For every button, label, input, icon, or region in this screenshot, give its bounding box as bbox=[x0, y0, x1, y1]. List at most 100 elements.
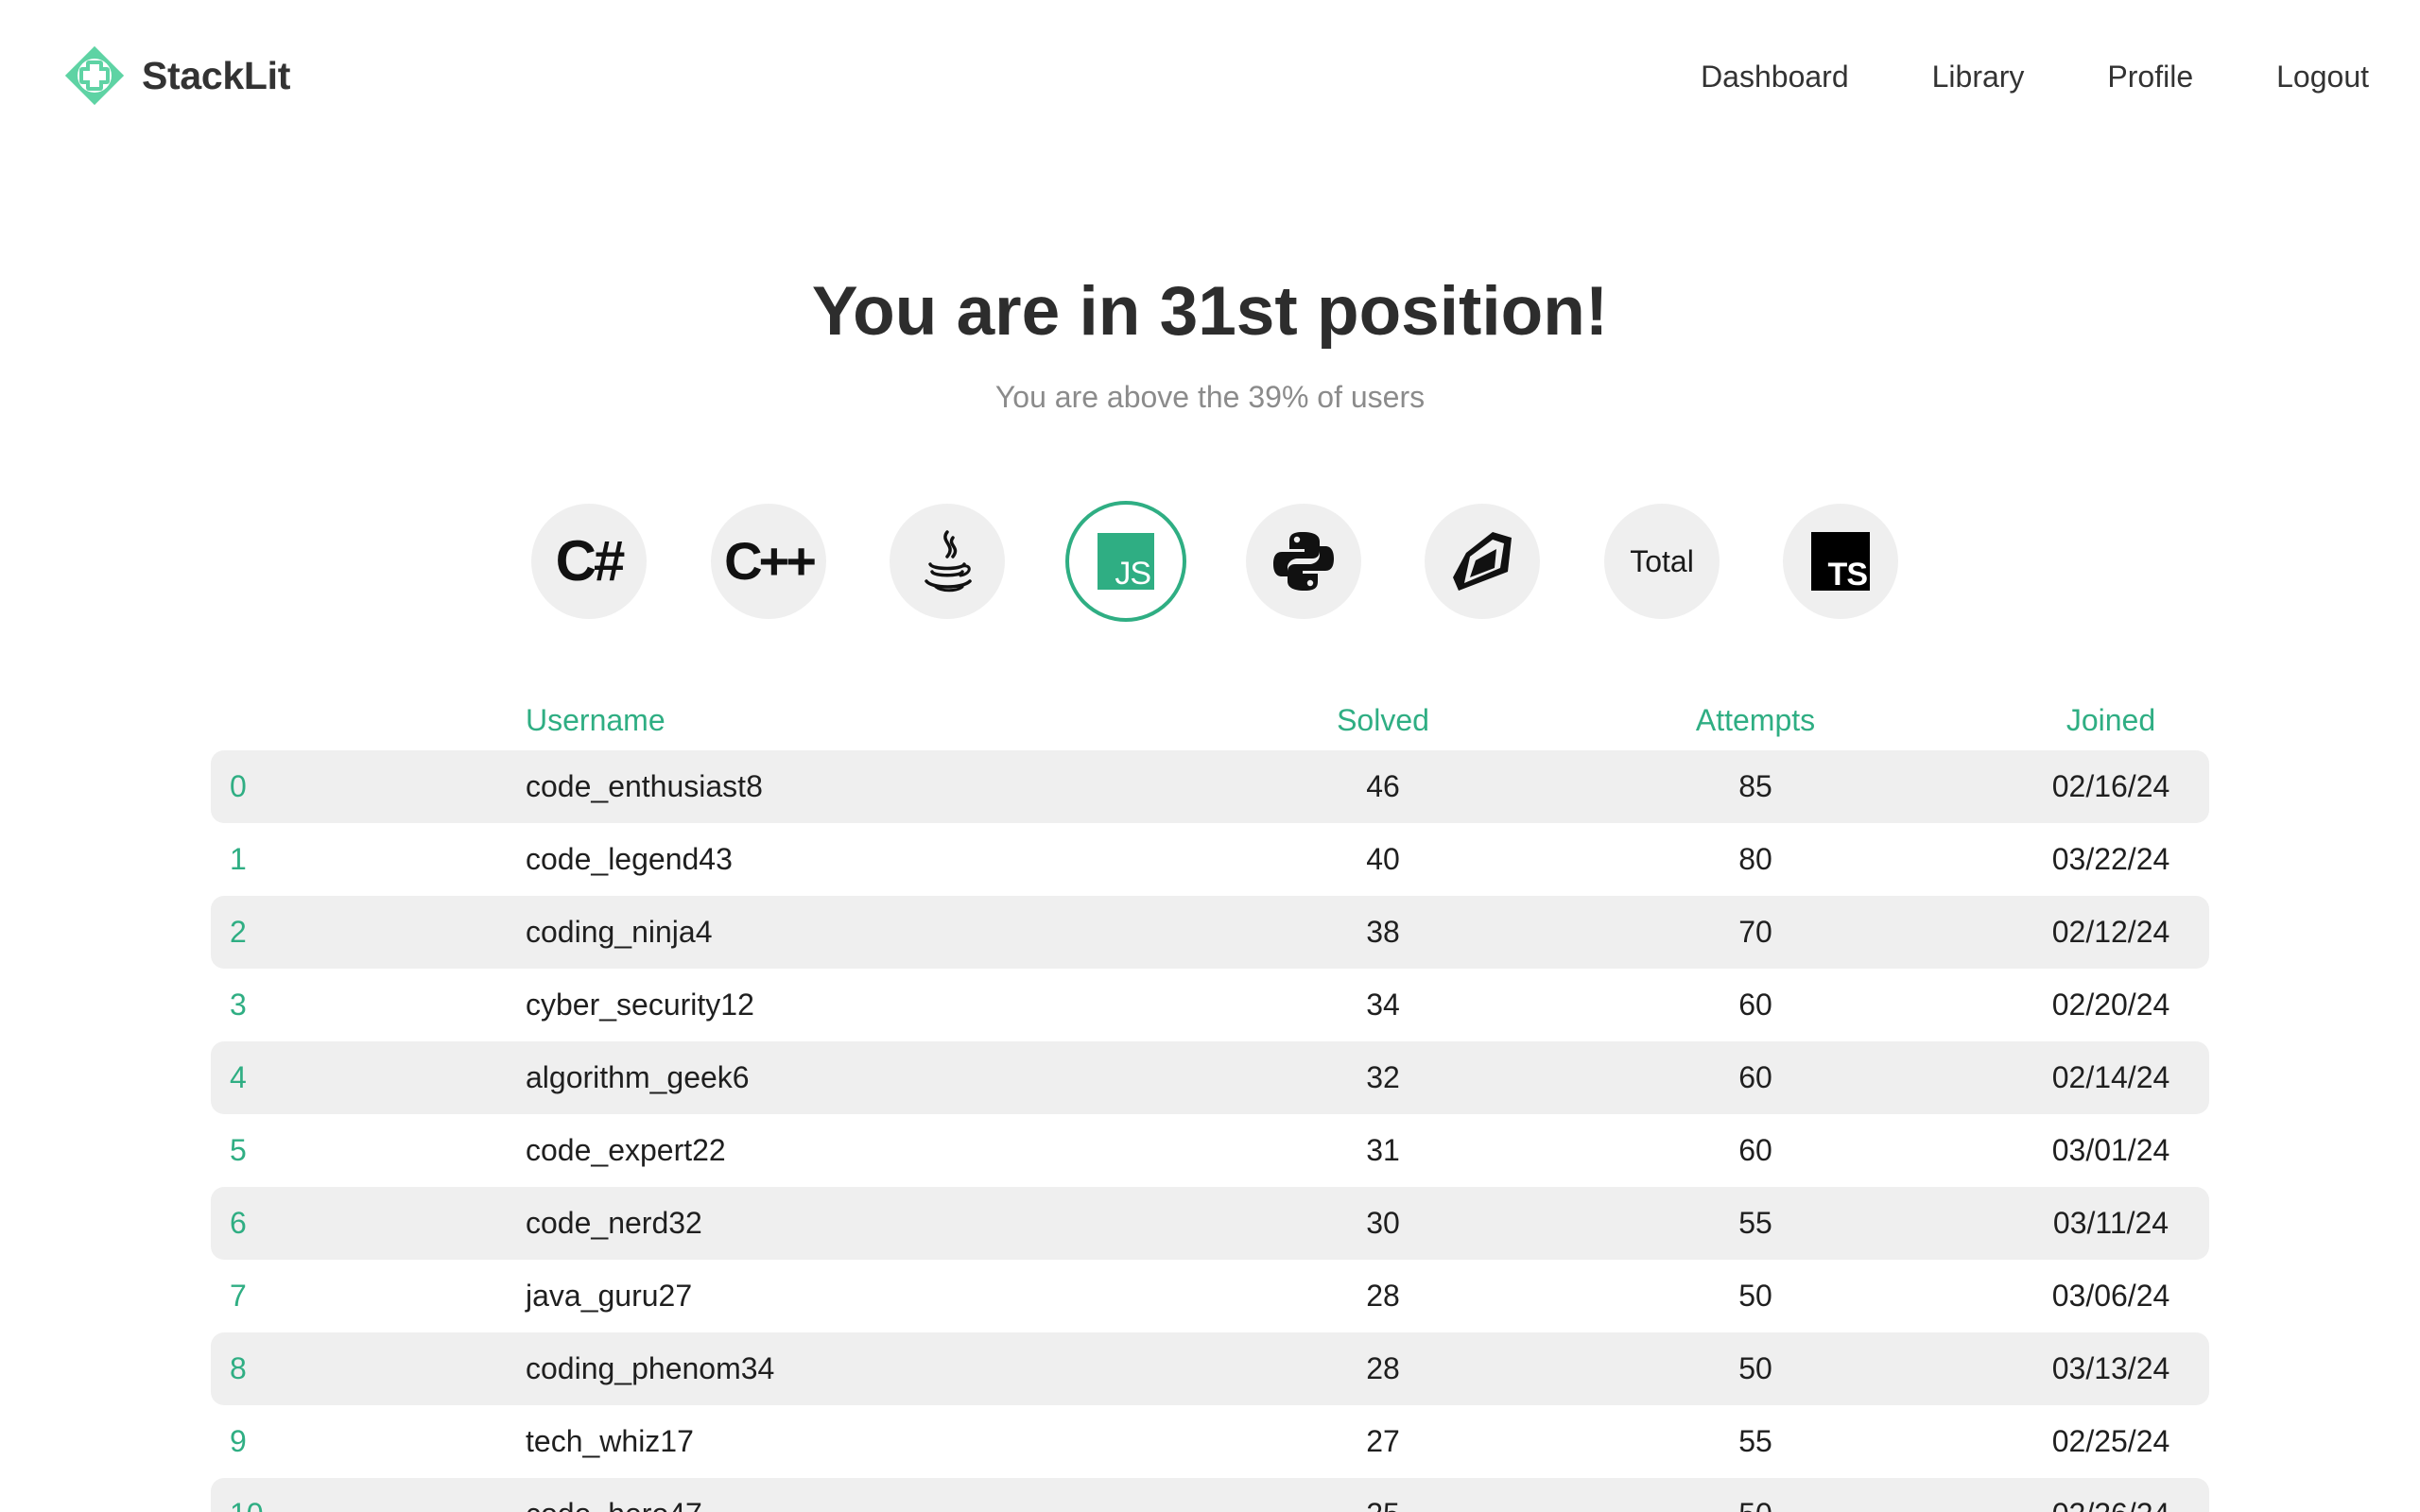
language-button-typescript[interactable]: TS bbox=[1783, 504, 1898, 619]
row-rank: 6 bbox=[230, 1206, 247, 1240]
row-solved: 38 bbox=[1366, 915, 1400, 949]
top-navbar: StackLit Dashboard Library Profile Logou… bbox=[0, 0, 2420, 156]
row-rank: 3 bbox=[230, 988, 247, 1022]
row-joined: 03/11/24 bbox=[2052, 1206, 2169, 1240]
row-attempts: 70 bbox=[1738, 915, 1772, 949]
row-rank: 8 bbox=[230, 1351, 247, 1385]
table-row[interactable]: 8 coding_phenom34 28 50 03/13/24 bbox=[211, 1332, 2209, 1405]
row-username: cyber_security12 bbox=[526, 988, 754, 1022]
table-row[interactable]: 0 code_enthusiast8 46 85 02/16/24 bbox=[211, 750, 2209, 823]
row-rank: 10 bbox=[230, 1493, 264, 1512]
total-label: Total bbox=[1630, 543, 1694, 578]
row-solved: 28 bbox=[1366, 1351, 1400, 1385]
typescript-icon-label: TS bbox=[1827, 557, 1868, 593]
joined-column-header[interactable]: Joined bbox=[2040, 699, 2182, 741]
javascript-icon: JS bbox=[1098, 533, 1154, 590]
language-filter: C# C++ JS Total TS bbox=[531, 501, 1898, 622]
row-username: java_guru27 bbox=[526, 1279, 693, 1313]
row-rank: 9 bbox=[230, 1424, 247, 1458]
table-row[interactable]: 5 code_expert22 31 60 03/01/24 bbox=[211, 1114, 2209, 1187]
csharp-icon: C# bbox=[555, 529, 626, 593]
row-attempts: 60 bbox=[1738, 1133, 1772, 1167]
row-attempts: 50 bbox=[1738, 1279, 1772, 1313]
diamond-cross-logo-icon bbox=[64, 45, 125, 106]
javascript-icon-label: JS bbox=[1115, 556, 1151, 592]
nav-profile-link[interactable]: Profile bbox=[2107, 55, 2193, 98]
row-rank: 5 bbox=[230, 1133, 247, 1167]
username-column-header[interactable]: Username bbox=[526, 699, 666, 741]
row-username: algorithm_geek6 bbox=[526, 1060, 750, 1094]
row-attempts: 55 bbox=[1738, 1424, 1772, 1458]
row-rank: 4 bbox=[230, 1060, 247, 1094]
row-joined: 03/01/24 bbox=[2051, 1133, 2170, 1167]
row-attempts: 50 bbox=[1738, 1351, 1772, 1385]
row-attempts: 55 bbox=[1738, 1206, 1772, 1240]
row-joined: 03/22/24 bbox=[2051, 842, 2170, 876]
cplusplus-icon: C++ bbox=[724, 531, 817, 591]
row-joined: 03/06/24 bbox=[2051, 1279, 2170, 1313]
row-rank: 7 bbox=[230, 1279, 247, 1313]
language-button-python[interactable] bbox=[1246, 504, 1361, 619]
row-solved: 27 bbox=[1366, 1424, 1400, 1458]
nav-logout-link[interactable]: Logout bbox=[2276, 55, 2369, 98]
python-icon bbox=[1273, 532, 1334, 591]
table-row[interactable]: 9 tech_whiz17 27 55 02/25/24 bbox=[211, 1405, 2209, 1478]
language-button-java[interactable] bbox=[890, 504, 1005, 619]
row-rank: 0 bbox=[230, 769, 247, 803]
nav-dashboard-link[interactable]: Dashboard bbox=[1701, 55, 1849, 98]
row-joined: 02/26/24 bbox=[2040, 1493, 2182, 1512]
row-solved: 25 bbox=[1326, 1493, 1440, 1512]
solved-column-header[interactable]: Solved bbox=[1326, 699, 1440, 741]
attempts-column-header[interactable]: Attempts bbox=[1680, 699, 1831, 741]
row-solved: 32 bbox=[1366, 1060, 1400, 1094]
position-heading: You are in 31st position! bbox=[811, 273, 1609, 350]
row-joined: 02/20/24 bbox=[2051, 988, 2170, 1022]
table-header: Username Solved Attempts Joined bbox=[211, 690, 2209, 750]
language-button-cplusplus[interactable]: C++ bbox=[711, 504, 826, 619]
table-row[interactable]: 4 algorithm_geek6 32 60 02/14/24 bbox=[211, 1041, 2209, 1114]
language-button-csharp[interactable]: C# bbox=[531, 504, 647, 619]
main-nav: Dashboard Library Profile Logout bbox=[1617, 55, 2369, 98]
language-button-total[interactable]: Total bbox=[1604, 504, 1720, 619]
row-joined: 03/13/24 bbox=[2051, 1351, 2170, 1385]
row-attempts: 60 bbox=[1738, 988, 1772, 1022]
nav-library-link[interactable]: Library bbox=[1932, 55, 2025, 98]
language-button-ruby[interactable] bbox=[1425, 504, 1540, 619]
table-row[interactable]: 10 code_hero47 25 50 02/26/24 bbox=[211, 1478, 2209, 1512]
row-username: code_enthusiast8 bbox=[526, 769, 763, 803]
row-joined: 02/14/24 bbox=[2051, 1060, 2170, 1094]
ruby-icon bbox=[1453, 532, 1512, 591]
row-username: code_hero47 bbox=[526, 1493, 702, 1512]
table-row[interactable]: 7 java_guru27 28 50 03/06/24 bbox=[211, 1260, 2209, 1332]
row-joined: 02/16/24 bbox=[2051, 769, 2170, 803]
row-joined: 02/25/24 bbox=[2051, 1424, 2170, 1458]
table-row[interactable]: 3 cyber_security12 34 60 02/20/24 bbox=[211, 969, 2209, 1041]
row-username: tech_whiz17 bbox=[526, 1424, 694, 1458]
row-rank: 1 bbox=[230, 842, 247, 876]
row-username: coding_ninja4 bbox=[526, 915, 713, 949]
percentile-subtitle: You are above the 39% of users bbox=[994, 380, 1426, 414]
table-row[interactable]: 6 code_nerd32 30 55 03/11/24 bbox=[211, 1187, 2209, 1260]
leaderboard-table: Username Solved Attempts Joined 0 code_e… bbox=[211, 690, 2209, 1512]
typescript-icon: TS bbox=[1811, 532, 1870, 591]
row-rank: 2 bbox=[230, 915, 247, 949]
row-attempts: 80 bbox=[1738, 842, 1772, 876]
row-solved: 40 bbox=[1366, 842, 1400, 876]
row-username: coding_phenom34 bbox=[526, 1351, 775, 1385]
row-attempts: 50 bbox=[1699, 1493, 1812, 1512]
brand-logo-link[interactable]: StackLit bbox=[60, 42, 290, 110]
row-solved: 31 bbox=[1366, 1133, 1400, 1167]
row-username: code_expert22 bbox=[526, 1133, 726, 1167]
row-joined: 02/12/24 bbox=[2051, 915, 2170, 949]
table-row[interactable]: 2 coding_ninja4 38 70 02/12/24 bbox=[211, 896, 2209, 969]
row-username: code_nerd32 bbox=[526, 1206, 702, 1240]
row-solved: 34 bbox=[1366, 988, 1400, 1022]
language-button-javascript[interactable]: JS bbox=[1065, 501, 1186, 622]
row-attempts: 60 bbox=[1738, 1060, 1772, 1094]
java-icon bbox=[925, 530, 972, 593]
row-solved: 46 bbox=[1366, 769, 1400, 803]
brand-name: StackLit bbox=[142, 53, 291, 97]
row-username: code_legend43 bbox=[526, 842, 733, 876]
row-attempts: 85 bbox=[1738, 769, 1772, 803]
table-row[interactable]: 1 code_legend43 40 80 03/22/24 bbox=[211, 823, 2209, 896]
